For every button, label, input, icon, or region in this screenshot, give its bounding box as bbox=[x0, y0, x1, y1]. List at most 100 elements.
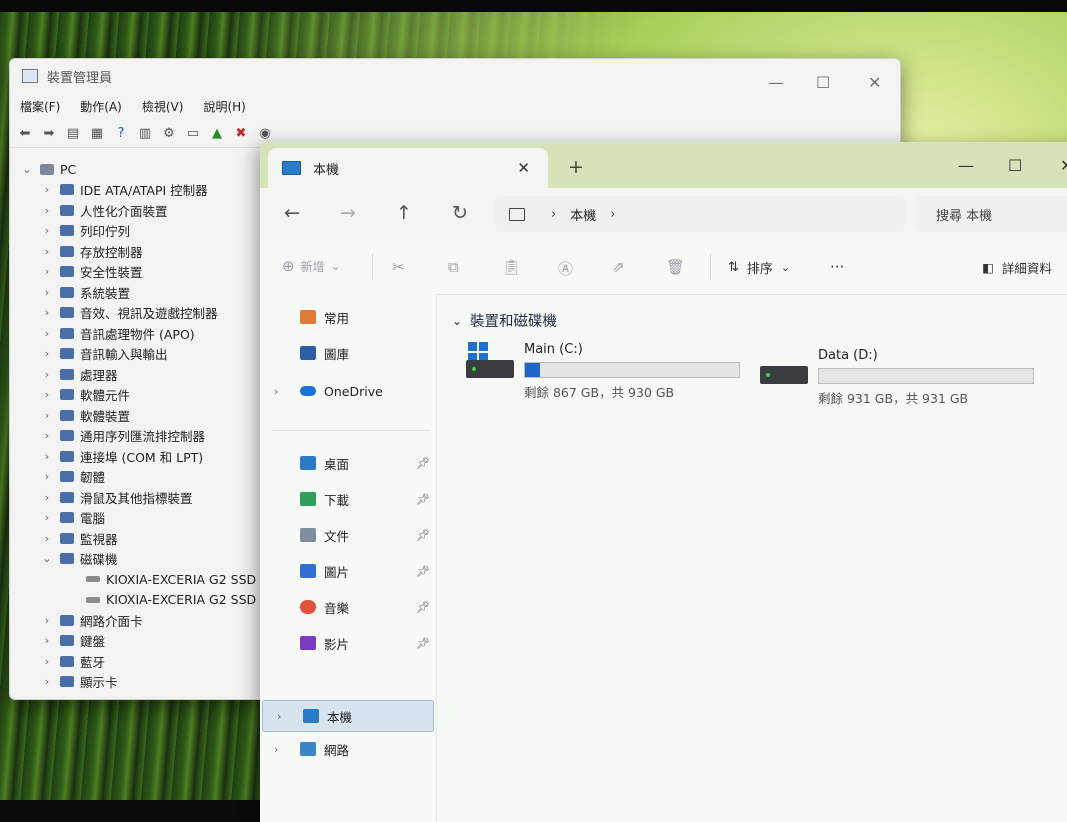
chevron-right-icon[interactable]: › bbox=[40, 429, 54, 442]
new-tab-button[interactable]: + bbox=[568, 156, 584, 178]
monitor-icon[interactable]: ▭ bbox=[184, 124, 202, 142]
chevron-right-icon[interactable]: › bbox=[274, 743, 278, 756]
details-pane-button[interactable]: ◧ 詳細資料 bbox=[982, 258, 1052, 277]
chevron-right-icon[interactable]: › bbox=[40, 286, 54, 299]
tree-category[interactable]: › 系統裝置 bbox=[10, 282, 270, 303]
device-manager-titlebar[interactable]: 裝置管理員 bbox=[10, 59, 900, 93]
scan-hardware-icon[interactable]: ⚙ bbox=[160, 124, 178, 142]
chevron-right-icon[interactable]: › bbox=[40, 450, 54, 463]
chevron-right-icon[interactable]: › bbox=[40, 532, 54, 545]
tree-category[interactable]: › 音訊輸入與輸出 bbox=[10, 344, 270, 365]
minimize-icon[interactable]: — bbox=[958, 156, 974, 175]
sort-button[interactable]: ⇅ 排序 ⌄ bbox=[728, 258, 790, 277]
chevron-right-icon[interactable]: › bbox=[40, 409, 54, 422]
tree-category[interactable]: › IDE ATA/ATAPI 控制器 bbox=[10, 180, 270, 201]
menu-action[interactable]: 動作(A) bbox=[80, 98, 122, 115]
chevron-right-icon[interactable]: › bbox=[40, 655, 54, 668]
chevron-right-icon[interactable]: › bbox=[40, 347, 54, 360]
sidebar-item-videos[interactable]: 影片 📌︎ bbox=[260, 628, 436, 658]
update-driver-icon[interactable]: ▲ bbox=[208, 124, 226, 142]
tree-category[interactable]: › 滑鼠及其他指標裝置 bbox=[10, 487, 270, 508]
sidebar-item-pictures[interactable]: 圖片 📌︎ bbox=[260, 556, 436, 586]
pin-icon[interactable]: 📌︎ bbox=[416, 493, 430, 506]
tree-category[interactable]: › 鍵盤 bbox=[10, 631, 270, 652]
chevron-right-icon[interactable]: › bbox=[40, 204, 54, 217]
tree-device[interactable]: KIOXIA-EXCERIA G2 SSD bbox=[10, 590, 270, 611]
cut-icon[interactable]: ✂ bbox=[392, 258, 405, 276]
tree-category[interactable]: › 列印佇列 bbox=[10, 221, 270, 242]
refresh-icon[interactable]: ↻ bbox=[452, 202, 468, 224]
tree-device[interactable]: KIOXIA-EXCERIA G2 SSD bbox=[10, 569, 270, 590]
chevron-right-icon[interactable]: › bbox=[40, 614, 54, 627]
properties-icon[interactable]: ▤ bbox=[64, 124, 82, 142]
uninstall-icon[interactable]: ✖ bbox=[232, 124, 250, 142]
forward-arrow-icon[interactable]: → bbox=[340, 202, 356, 224]
tree-root[interactable]: ⌄ PC bbox=[10, 159, 270, 180]
drive-d[interactable]: Data (D:) 剩餘 931 GB，共 931 GB bbox=[760, 348, 1050, 408]
sidebar-item-desktop[interactable]: 桌面 📌︎ bbox=[260, 448, 436, 478]
chevron-right-icon[interactable]: › bbox=[610, 207, 615, 222]
new-button[interactable]: ⊕ 新增 ⌄ bbox=[282, 257, 341, 275]
tree-category[interactable]: ⌄ 磁碟機 bbox=[10, 549, 270, 570]
rename-icon[interactable]: Ⓐ bbox=[558, 258, 573, 279]
tree-category[interactable]: › 監視器 bbox=[10, 528, 270, 549]
back-arrow-icon[interactable]: ⬅ bbox=[16, 124, 34, 142]
paste-icon[interactable]: 📋︎ bbox=[502, 258, 521, 276]
pin-icon[interactable]: 📌︎ bbox=[416, 529, 430, 542]
pin-icon[interactable]: 📌︎ bbox=[416, 457, 430, 470]
menu-view[interactable]: 檢視(V) bbox=[142, 98, 184, 115]
chevron-right-icon[interactable]: › bbox=[40, 388, 54, 401]
chevron-right-icon[interactable]: › bbox=[40, 306, 54, 319]
maximize-icon[interactable]: ☐ bbox=[816, 73, 830, 92]
details-view-icon[interactable]: ▥ bbox=[136, 124, 154, 142]
chevron-right-icon[interactable]: › bbox=[274, 385, 278, 398]
tree-category[interactable]: › 網路介面卡 bbox=[10, 610, 270, 631]
close-icon[interactable]: ✕ bbox=[1060, 156, 1067, 175]
menu-help[interactable]: 說明(H) bbox=[203, 98, 245, 115]
tab-this-pc[interactable]: 本機 ✕ bbox=[268, 148, 548, 188]
chevron-right-icon[interactable]: › bbox=[40, 634, 54, 647]
menu-file[interactable]: 檔案(F) bbox=[20, 98, 60, 115]
list-view-icon[interactable]: ▦ bbox=[88, 124, 106, 142]
chevron-down-icon[interactable]: ⌄ bbox=[20, 163, 34, 176]
sidebar-item-this-pc[interactable]: › 本機 bbox=[262, 700, 434, 732]
maximize-icon[interactable]: ☐ bbox=[1008, 156, 1022, 175]
pin-icon[interactable]: 📌︎ bbox=[416, 565, 430, 578]
forward-arrow-icon[interactable]: ➡ bbox=[40, 124, 58, 142]
chevron-right-icon[interactable]: › bbox=[40, 675, 54, 688]
tree-category[interactable]: › 通用序列匯流排控制器 bbox=[10, 426, 270, 447]
tree-category[interactable]: › 音效、視訊及遊戲控制器 bbox=[10, 303, 270, 324]
back-arrow-icon[interactable]: ← bbox=[284, 202, 300, 224]
pin-icon[interactable]: 📌︎ bbox=[416, 637, 430, 650]
search-input[interactable]: 搜尋 本機 ⌕ bbox=[916, 196, 1067, 232]
chevron-right-icon[interactable]: › bbox=[40, 245, 54, 258]
chevron-right-icon[interactable]: › bbox=[40, 183, 54, 196]
more-options-button[interactable]: ··· bbox=[830, 258, 844, 276]
copy-icon[interactable]: ⧉ bbox=[448, 258, 459, 276]
tree-category[interactable]: › 軟體元件 bbox=[10, 385, 270, 406]
chevron-right-icon[interactable]: › bbox=[40, 327, 54, 340]
tree-category[interactable]: › 處理器 bbox=[10, 364, 270, 385]
up-arrow-icon[interactable]: ↑ bbox=[396, 202, 412, 224]
tree-category[interactable]: › 韌體 bbox=[10, 467, 270, 488]
close-icon[interactable]: ✕ bbox=[868, 73, 881, 92]
chevron-right-icon[interactable]: › bbox=[40, 470, 54, 483]
chevron-down-icon[interactable]: ⌄ bbox=[452, 314, 462, 328]
tree-category[interactable]: › 存放控制器 bbox=[10, 241, 270, 262]
address-location[interactable]: 本機 bbox=[570, 205, 596, 224]
sidebar-item-gallery[interactable]: 圖庫 bbox=[260, 338, 436, 368]
enable-device-icon[interactable]: ◉ bbox=[256, 124, 274, 142]
tree-category[interactable]: › 電腦 bbox=[10, 508, 270, 529]
tree-category[interactable]: › 安全性裝置 bbox=[10, 262, 270, 283]
address-bar[interactable]: › 本機 › bbox=[495, 196, 905, 232]
minimize-icon[interactable]: — bbox=[768, 73, 784, 92]
tree-category[interactable]: › 軟體裝置 bbox=[10, 405, 270, 426]
sidebar-item-onedrive[interactable]: › OneDrive bbox=[260, 376, 436, 406]
close-tab-icon[interactable]: ✕ bbox=[517, 159, 530, 177]
chevron-right-icon[interactable]: › bbox=[40, 368, 54, 381]
group-header[interactable]: ⌄ 裝置和磁碟機 bbox=[452, 310, 557, 331]
tree-category[interactable]: › 藍牙 bbox=[10, 651, 270, 672]
share-icon[interactable]: ⇗ bbox=[612, 258, 625, 276]
tree-category[interactable]: › 顯示卡 bbox=[10, 672, 270, 693]
tree-category[interactable]: › 連接埠 (COM 和 LPT) bbox=[10, 446, 270, 467]
